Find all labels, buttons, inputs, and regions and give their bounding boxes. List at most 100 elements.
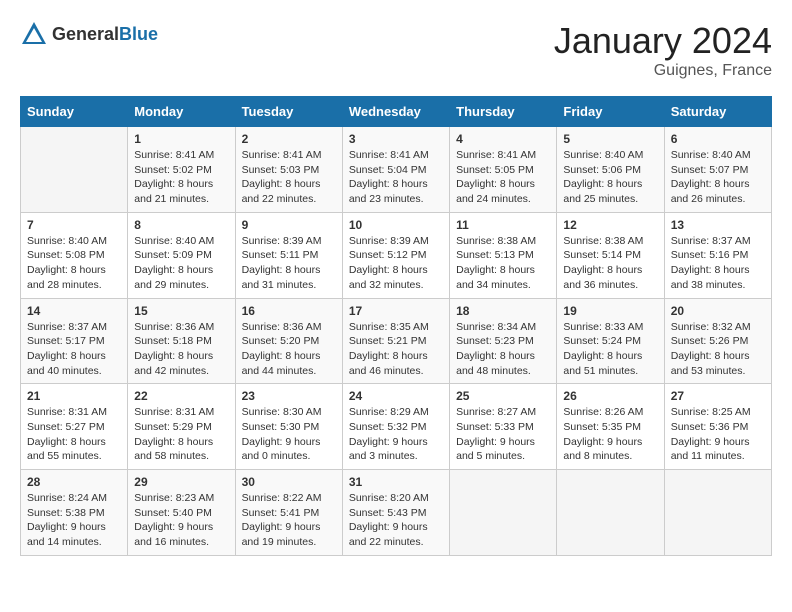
day-cell: 13 Sunrise: 8:37 AM Sunset: 5:16 PM Dayli…	[664, 212, 771, 298]
day-number: 27	[671, 389, 765, 403]
day-number: 26	[563, 389, 657, 403]
day-number: 30	[242, 475, 336, 489]
day-info: Sunrise: 8:26 AM Sunset: 5:35 PM Dayligh…	[563, 405, 657, 464]
day-info: Sunrise: 8:33 AM Sunset: 5:24 PM Dayligh…	[563, 320, 657, 379]
header-cell-monday: Monday	[128, 97, 235, 127]
day-cell	[557, 470, 664, 556]
day-cell: 3Sunrise: 8:41 AM Sunset: 5:04 PM Daylig…	[342, 127, 449, 213]
week-row-3: 14 Sunrise: 8:37 AM Sunset: 5:17 PM Dayli…	[21, 298, 772, 384]
day-info: Sunrise: 8:22 AM Sunset: 5:41 PM Dayligh…	[242, 491, 336, 550]
day-info: Sunrise: 8:23 AM Sunset: 5:40 PM Dayligh…	[134, 491, 228, 550]
day-cell: 16 Sunrise: 8:36 AM Sunset: 5:20 PM Dayli…	[235, 298, 342, 384]
day-cell: 1 Sunrise: 8:41 AM Sunset: 5:02 PM Daylig…	[128, 127, 235, 213]
day-number: 10	[349, 218, 443, 232]
day-number: 18	[456, 304, 550, 318]
week-row-4: 21Sunrise: 8:31 AM Sunset: 5:27 PM Dayli…	[21, 384, 772, 470]
day-info: Sunrise: 8:36 AM Sunset: 5:20 PM Dayligh…	[242, 320, 336, 379]
day-info: Sunrise: 8:39 AM Sunset: 5:12 PM Dayligh…	[349, 234, 443, 293]
day-cell: 26 Sunrise: 8:26 AM Sunset: 5:35 PM Dayli…	[557, 384, 664, 470]
day-number: 17	[349, 304, 443, 318]
header-row: SundayMondayTuesdayWednesdayThursdayFrid…	[21, 97, 772, 127]
day-cell: 19 Sunrise: 8:33 AM Sunset: 5:24 PM Dayli…	[557, 298, 664, 384]
day-number: 7	[27, 218, 121, 232]
day-cell: 10 Sunrise: 8:39 AM Sunset: 5:12 PM Dayli…	[342, 212, 449, 298]
day-cell: 6Sunrise: 8:40 AM Sunset: 5:07 PM Daylig…	[664, 127, 771, 213]
day-cell: 20Sunrise: 8:32 AM Sunset: 5:26 PM Dayli…	[664, 298, 771, 384]
day-number: 22	[134, 389, 228, 403]
header-cell-wednesday: Wednesday	[342, 97, 449, 127]
page-header: GeneralBlue January 2024 Guignes, France	[20, 20, 772, 80]
day-number: 20	[671, 304, 765, 318]
day-info: Sunrise: 8:31 AM Sunset: 5:29 PM Dayligh…	[134, 405, 228, 464]
day-number: 1	[134, 132, 228, 146]
logo-blue: Blue	[119, 24, 158, 44]
day-number: 4	[456, 132, 550, 146]
day-info: Sunrise: 8:37 AM Sunset: 5:17 PM Dayligh…	[27, 320, 121, 379]
header-cell-friday: Friday	[557, 97, 664, 127]
day-cell: 8 Sunrise: 8:40 AM Sunset: 5:09 PM Daylig…	[128, 212, 235, 298]
day-number: 15	[134, 304, 228, 318]
day-cell	[664, 470, 771, 556]
logo-general: General	[52, 24, 119, 44]
day-cell: 29 Sunrise: 8:23 AM Sunset: 5:40 PM Dayli…	[128, 470, 235, 556]
day-info: Sunrise: 8:37 AM Sunset: 5:16 PM Dayligh…	[671, 234, 765, 293]
day-number: 25	[456, 389, 550, 403]
day-cell: 17 Sunrise: 8:35 AM Sunset: 5:21 PM Dayli…	[342, 298, 449, 384]
day-info: Sunrise: 8:40 AM Sunset: 5:08 PM Dayligh…	[27, 234, 121, 293]
day-info: Sunrise: 8:38 AM Sunset: 5:14 PM Dayligh…	[563, 234, 657, 293]
day-info: Sunrise: 8:30 AM Sunset: 5:30 PM Dayligh…	[242, 405, 336, 464]
title-block: January 2024 Guignes, France	[554, 20, 772, 80]
day-number: 29	[134, 475, 228, 489]
calendar-body: 1 Sunrise: 8:41 AM Sunset: 5:02 PM Daylig…	[21, 127, 772, 556]
header-cell-sunday: Sunday	[21, 97, 128, 127]
day-cell: 21Sunrise: 8:31 AM Sunset: 5:27 PM Dayli…	[21, 384, 128, 470]
day-number: 16	[242, 304, 336, 318]
day-number: 9	[242, 218, 336, 232]
day-info: Sunrise: 8:38 AM Sunset: 5:13 PM Dayligh…	[456, 234, 550, 293]
day-info: Sunrise: 8:35 AM Sunset: 5:21 PM Dayligh…	[349, 320, 443, 379]
day-number: 14	[27, 304, 121, 318]
day-info: Sunrise: 8:29 AM Sunset: 5:32 PM Dayligh…	[349, 405, 443, 464]
day-info: Sunrise: 8:25 AM Sunset: 5:36 PM Dayligh…	[671, 405, 765, 464]
day-number: 28	[27, 475, 121, 489]
day-cell: 25 Sunrise: 8:27 AM Sunset: 5:33 PM Dayli…	[450, 384, 557, 470]
day-number: 13	[671, 218, 765, 232]
day-cell: 18 Sunrise: 8:34 AM Sunset: 5:23 PM Dayli…	[450, 298, 557, 384]
day-info: Sunrise: 8:40 AM Sunset: 5:06 PM Dayligh…	[563, 148, 657, 207]
day-cell: 31 Sunrise: 8:20 AM Sunset: 5:43 PM Dayli…	[342, 470, 449, 556]
day-cell: 12 Sunrise: 8:38 AM Sunset: 5:14 PM Dayli…	[557, 212, 664, 298]
header-cell-tuesday: Tuesday	[235, 97, 342, 127]
day-cell: 30 Sunrise: 8:22 AM Sunset: 5:41 PM Dayli…	[235, 470, 342, 556]
day-info: Sunrise: 8:31 AM Sunset: 5:27 PM Dayligh…	[27, 405, 121, 464]
day-info: Sunrise: 8:34 AM Sunset: 5:23 PM Dayligh…	[456, 320, 550, 379]
day-cell: 27 Sunrise: 8:25 AM Sunset: 5:36 PM Dayli…	[664, 384, 771, 470]
day-cell: 5Sunrise: 8:40 AM Sunset: 5:06 PM Daylig…	[557, 127, 664, 213]
day-cell: 4Sunrise: 8:41 AM Sunset: 5:05 PM Daylig…	[450, 127, 557, 213]
week-row-1: 1 Sunrise: 8:41 AM Sunset: 5:02 PM Daylig…	[21, 127, 772, 213]
day-number: 6	[671, 132, 765, 146]
day-info: Sunrise: 8:20 AM Sunset: 5:43 PM Dayligh…	[349, 491, 443, 550]
day-info: Sunrise: 8:39 AM Sunset: 5:11 PM Dayligh…	[242, 234, 336, 293]
week-row-2: 7 Sunrise: 8:40 AM Sunset: 5:08 PM Daylig…	[21, 212, 772, 298]
day-info: Sunrise: 8:24 AM Sunset: 5:38 PM Dayligh…	[27, 491, 121, 550]
day-number: 12	[563, 218, 657, 232]
day-cell: 7 Sunrise: 8:40 AM Sunset: 5:08 PM Daylig…	[21, 212, 128, 298]
day-info: Sunrise: 8:36 AM Sunset: 5:18 PM Dayligh…	[134, 320, 228, 379]
day-cell: 28 Sunrise: 8:24 AM Sunset: 5:38 PM Dayli…	[21, 470, 128, 556]
week-row-5: 28 Sunrise: 8:24 AM Sunset: 5:38 PM Dayli…	[21, 470, 772, 556]
day-number: 2	[242, 132, 336, 146]
day-info: Sunrise: 8:40 AM Sunset: 5:09 PM Dayligh…	[134, 234, 228, 293]
day-cell: 2Sunrise: 8:41 AM Sunset: 5:03 PM Daylig…	[235, 127, 342, 213]
calendar-subtitle: Guignes, France	[554, 62, 772, 80]
day-cell	[450, 470, 557, 556]
calendar-title: January 2024	[554, 20, 772, 62]
day-number: 11	[456, 218, 550, 232]
day-number: 8	[134, 218, 228, 232]
header-cell-saturday: Saturday	[664, 97, 771, 127]
day-number: 31	[349, 475, 443, 489]
logo-icon	[20, 20, 48, 48]
day-number: 19	[563, 304, 657, 318]
day-cell: 15 Sunrise: 8:36 AM Sunset: 5:18 PM Dayli…	[128, 298, 235, 384]
day-info: Sunrise: 8:41 AM Sunset: 5:02 PM Dayligh…	[134, 148, 228, 207]
day-info: Sunrise: 8:27 AM Sunset: 5:33 PM Dayligh…	[456, 405, 550, 464]
